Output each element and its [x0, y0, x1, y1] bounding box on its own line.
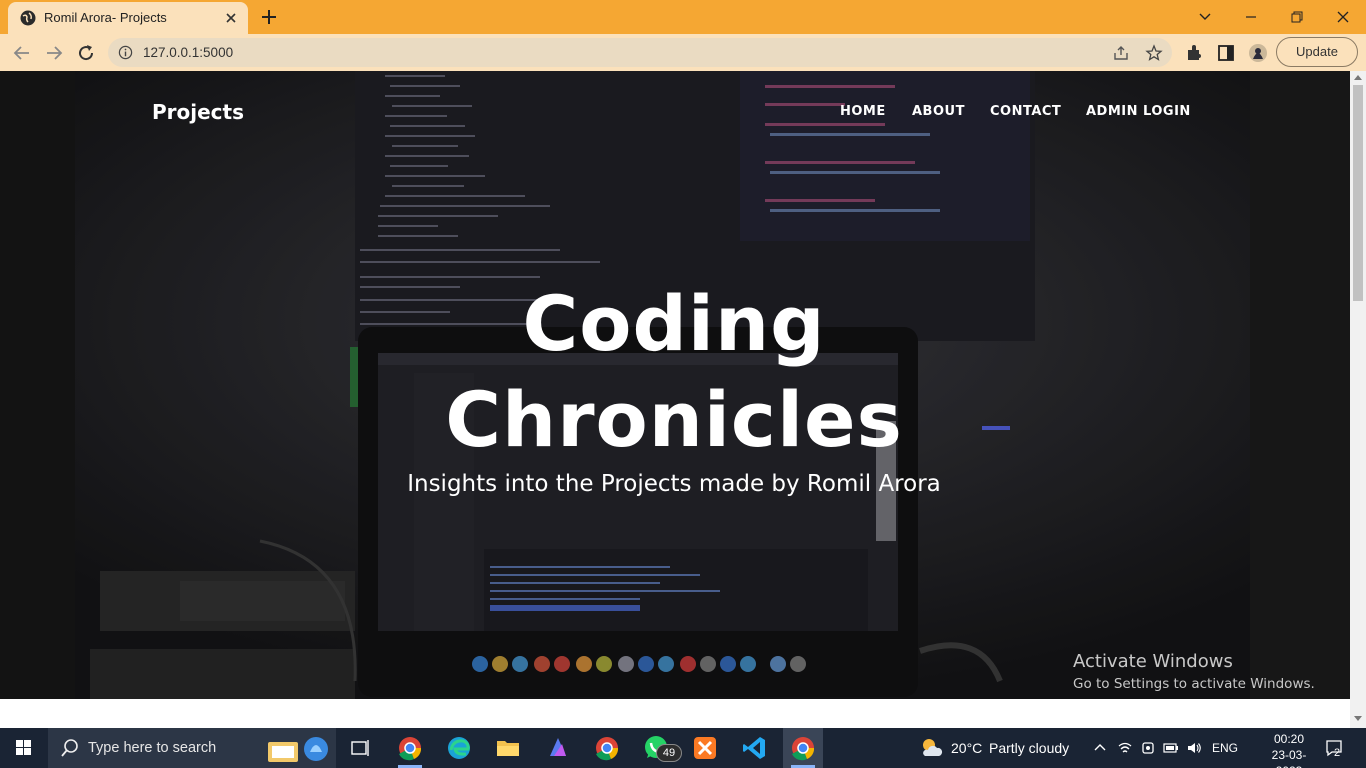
clock-time: 00:20 [1273, 732, 1305, 746]
chrome-icon [399, 737, 422, 761]
taskbar-chrome-active[interactable] [783, 728, 823, 768]
windows-taskbar: Type here to search 20°C Partly cloudy E… [0, 728, 1366, 768]
taskbar-chrome-2[interactable] [587, 728, 627, 768]
hero-title: Coding Chronicles [0, 276, 1348, 468]
taskbar-file-explorer[interactable] [488, 728, 528, 768]
start-button[interactable] [0, 728, 48, 768]
tab-title: Romil Arora- Projects [44, 10, 167, 25]
page-scrollbar[interactable] [1350, 71, 1366, 728]
site-brand[interactable]: Projects [152, 100, 244, 124]
chevron-down-icon [1199, 13, 1211, 20]
search-icon [61, 739, 78, 757]
close-window-button[interactable] [1320, 4, 1366, 30]
globe-icon [20, 10, 36, 26]
hero-subtitle: Insights into the Projects made by Romil… [407, 471, 941, 497]
watermark-subtitle: Go to Settings to activate Windows. [1073, 676, 1315, 692]
address-bar[interactable]: 127.0.0.1:5000 [108, 38, 1172, 67]
update-button[interactable]: Update [1276, 37, 1358, 67]
close-icon[interactable] [222, 9, 240, 27]
hero-section: Projects HOME ABOUT CONTACT ADMIN LOGIN … [0, 71, 1350, 699]
chevron-up-icon[interactable] [1092, 740, 1108, 756]
search-placeholder: Type here to search [88, 740, 217, 756]
taskbar-copilot[interactable] [538, 728, 578, 768]
edge-icon [448, 737, 470, 759]
url-text: 127.0.0.1:5000 [143, 45, 234, 60]
windows-logo-icon [16, 740, 31, 755]
share-icon[interactable] [1112, 44, 1130, 62]
input-language[interactable]: ENG [1212, 741, 1238, 755]
weather-partly-cloudy-icon[interactable] [917, 734, 945, 762]
profile-avatar-icon[interactable] [1248, 43, 1268, 63]
nav-link-home[interactable]: HOME [840, 104, 886, 119]
system-clock[interactable]: 00:20 23-03-2023 [1262, 731, 1316, 768]
whatsapp-unread-badge: 49 [656, 744, 682, 762]
nav-link-contact[interactable]: CONTACT [990, 104, 1061, 119]
nav-link-about[interactable]: ABOUT [912, 104, 965, 119]
search-highlight-icon [268, 737, 328, 762]
side-panel-icon[interactable] [1216, 43, 1236, 63]
browser-tabstrip: Romil Arora- Projects [0, 0, 1366, 34]
weather-temperature[interactable]: 20°C [951, 740, 982, 756]
taskbar-xampp[interactable] [685, 728, 725, 768]
restore-icon [1291, 11, 1303, 23]
scroll-down-arrow-icon[interactable] [1354, 716, 1362, 721]
browser-tab[interactable]: Romil Arora- Projects [8, 2, 248, 34]
tab-search-button[interactable] [1182, 4, 1228, 30]
page-viewport: Projects HOME ABOUT CONTACT ADMIN LOGIN … [0, 71, 1350, 728]
scroll-thumb[interactable] [1353, 85, 1363, 301]
copilot-icon [550, 738, 566, 756]
forward-arrow-icon[interactable] [42, 41, 66, 65]
weather-description[interactable]: Partly cloudy [989, 740, 1069, 756]
restore-button[interactable] [1274, 4, 1320, 30]
extensions-icon[interactable] [1184, 43, 1204, 63]
reload-icon[interactable] [74, 41, 98, 65]
task-view-icon [351, 740, 369, 756]
volume-icon[interactable] [1186, 740, 1202, 756]
folder-icon [497, 741, 519, 756]
chrome-icon [792, 737, 815, 761]
close-icon [1337, 11, 1349, 23]
minimize-button[interactable] [1228, 4, 1274, 30]
minimize-icon [1246, 16, 1256, 18]
browser-toolbar: 127.0.0.1:5000 Update [0, 34, 1366, 71]
clock-date: 23-03-2023 [1271, 748, 1307, 768]
hero-title-line-1: Coding [522, 279, 826, 368]
battery-icon[interactable] [1163, 740, 1179, 756]
info-icon[interactable] [118, 45, 133, 60]
star-icon[interactable] [1145, 44, 1163, 62]
hero-title-line-2: Chronicles [445, 375, 903, 464]
taskbar-edge[interactable] [439, 728, 479, 768]
meet-now-icon[interactable] [1140, 740, 1156, 756]
task-view-button[interactable] [340, 728, 380, 768]
notification-count: 2 [1334, 747, 1341, 759]
wifi-icon[interactable] [1117, 740, 1133, 756]
watermark-title: Activate Windows [1073, 651, 1233, 672]
activate-windows-watermark: Activate Windows Go to Settings to activ… [1073, 651, 1315, 692]
taskbar-chrome-1[interactable] [390, 728, 430, 768]
taskbar-vscode[interactable] [734, 728, 774, 768]
back-arrow-icon[interactable] [10, 41, 34, 65]
chrome-icon [596, 737, 619, 761]
vscode-icon [743, 737, 765, 759]
scroll-up-arrow-icon[interactable] [1354, 75, 1362, 80]
taskbar-search[interactable]: Type here to search [48, 728, 336, 768]
plus-icon[interactable] [258, 6, 280, 28]
xampp-icon [694, 737, 716, 759]
nav-link-admin-login[interactable]: ADMIN LOGIN [1086, 104, 1191, 119]
